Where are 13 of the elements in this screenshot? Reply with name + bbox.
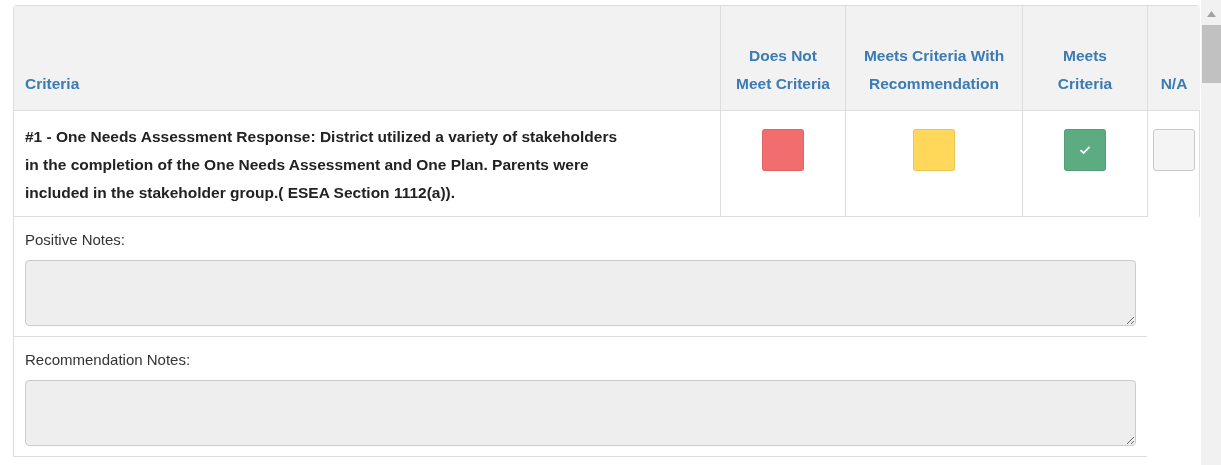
scrollbar[interactable] <box>1201 0 1221 465</box>
scrollbar-thumb[interactable] <box>1201 25 1221 83</box>
rating-checkbox[interactable] <box>1153 129 1195 171</box>
column-header: Criteria <box>25 74 80 94</box>
column-header: Does Not Meet Criteria <box>735 46 831 94</box>
column-header: Meets Criteria <box>1056 46 1114 94</box>
criteria-text: #1 - One Needs Assessment Response: District utilized a variety of stakeholders in the completion of the One Needs Assessment and One Plan. Parents were included in the stakeholder group.( ESEA Section 1112(a)). <box>25 127 619 203</box>
checkmark-icon <box>1079 145 1091 155</box>
scroll-up-icon[interactable] <box>1206 11 1216 17</box>
column-header: Meets Criteria With Recommendation <box>862 46 1006 94</box>
notes-label: Positive Notes: <box>25 231 127 248</box>
column-header: N/A <box>1160 74 1188 94</box>
notes-label: Recommendation Notes: <box>25 351 192 368</box>
